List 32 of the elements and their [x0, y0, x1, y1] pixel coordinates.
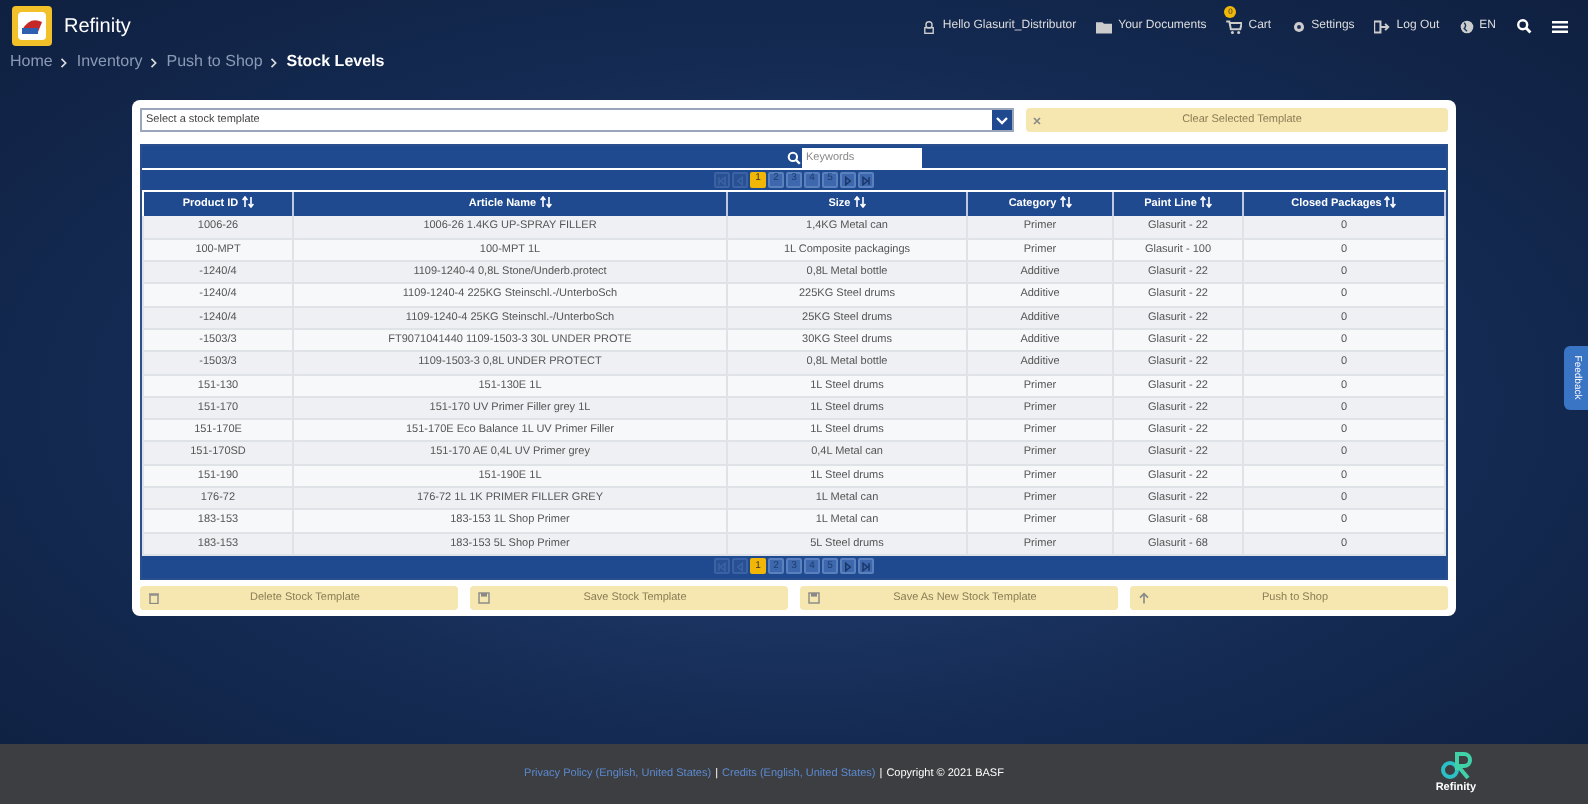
cart-icon: [1226, 19, 1243, 33]
sort-icon: [1199, 196, 1212, 209]
logout-icon: [1374, 19, 1391, 33]
app-title: Refinity: [64, 13, 131, 41]
folder-icon: [1096, 19, 1113, 33]
last-page-button[interactable]: [858, 172, 874, 188]
sort-icon: [853, 196, 866, 209]
gear-icon: [1291, 19, 1306, 33]
breadcrumb-link[interactable]: Push to Shop: [166, 50, 263, 74]
user-icon: [922, 19, 937, 33]
globe-icon: [1459, 19, 1474, 33]
chevron-right-icon: [150, 57, 159, 67]
sort-icon: [539, 196, 552, 209]
sort-icon: [241, 196, 254, 209]
next-page-button[interactable]: [840, 172, 856, 188]
close-icon: [1032, 115, 1042, 125]
breadcrumb-link[interactable]: Home: [10, 50, 53, 74]
search-icon[interactable]: [1516, 18, 1532, 34]
next-page-button[interactable]: [840, 558, 856, 575]
trash-icon: [148, 591, 160, 604]
arrow-up-icon: [1138, 591, 1150, 604]
breadcrumb-link[interactable]: Inventory: [76, 50, 143, 74]
logo-icon: [12, 6, 52, 46]
chevron-right-icon: [60, 57, 69, 67]
last-page-button[interactable]: [858, 558, 874, 575]
chevron-right-icon: [270, 57, 279, 67]
logo-icon: [1439, 750, 1472, 780]
chevron-down-icon: [992, 110, 1012, 130]
sort-icon: [1384, 196, 1397, 209]
menu-icon[interactable]: [1552, 19, 1568, 33]
breadcrumb-current: Stock Levels: [286, 50, 385, 74]
sort-icon: [1059, 196, 1072, 209]
